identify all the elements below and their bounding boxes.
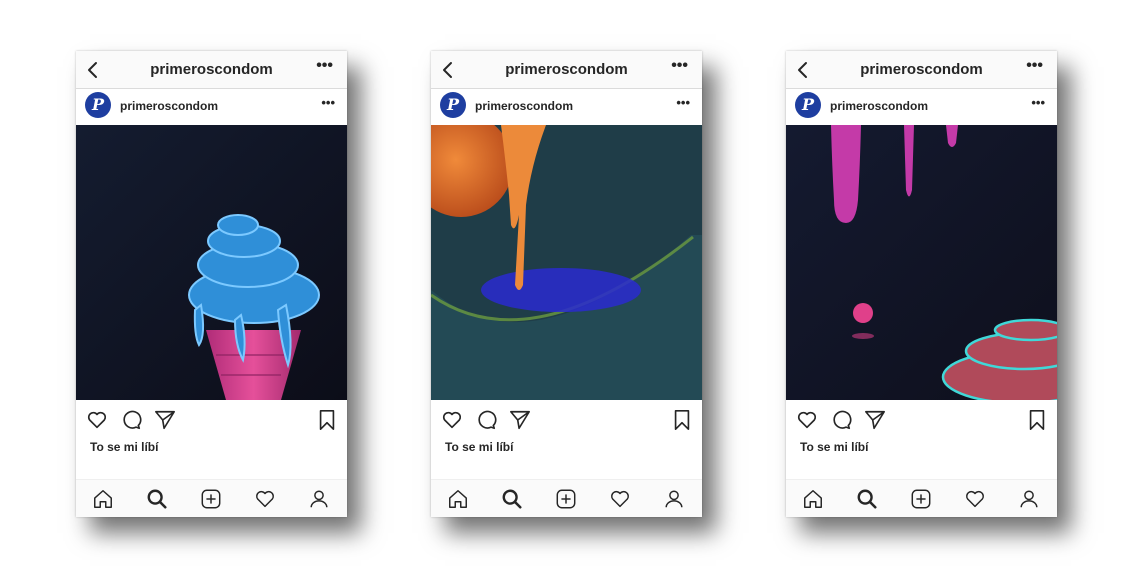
home-icon[interactable] xyxy=(802,488,824,510)
post-actions xyxy=(786,407,1057,433)
post-header: P primeroscondom ••• xyxy=(431,89,702,125)
bookmark-icon[interactable] xyxy=(316,409,338,431)
likes-text[interactable]: To se mi líbí xyxy=(90,440,158,454)
phone-screen-3: primeroscondom ••• P primeroscondom ••• xyxy=(786,51,1057,517)
profile-icon[interactable] xyxy=(308,488,330,510)
comment-icon[interactable] xyxy=(475,409,497,431)
top-navigation-bar: primeroscondom ••• xyxy=(431,51,702,89)
likes-text[interactable]: To se mi líbí xyxy=(445,440,513,454)
bottom-tab-bar xyxy=(786,479,1057,517)
post-more-options-icon[interactable]: ••• xyxy=(321,95,335,110)
post-more-options-icon[interactable]: ••• xyxy=(676,95,690,110)
page-title: primeroscondom xyxy=(505,61,628,78)
top-navigation-bar: primeroscondom ••• xyxy=(76,51,347,89)
search-icon[interactable] xyxy=(856,488,878,510)
post-image-dripping-cream[interactable] xyxy=(786,125,1057,400)
share-icon[interactable] xyxy=(509,409,531,431)
comment-icon[interactable] xyxy=(120,409,142,431)
search-icon[interactable] xyxy=(501,488,523,510)
activity-heart-icon[interactable] xyxy=(964,488,986,510)
avatar[interactable]: P xyxy=(440,92,466,118)
more-options-icon[interactable]: ••• xyxy=(1026,57,1043,75)
post-header: P primeroscondom ••• xyxy=(76,89,347,125)
post-username[interactable]: primeroscondom xyxy=(830,99,928,113)
activity-heart-icon[interactable] xyxy=(254,488,276,510)
bottom-tab-bar xyxy=(431,479,702,517)
add-post-icon[interactable] xyxy=(200,488,222,510)
home-icon[interactable] xyxy=(92,488,114,510)
phone-screen-2: primeroscondom ••• P primeroscondom ••• xyxy=(431,51,702,517)
avatar[interactable]: P xyxy=(795,92,821,118)
post-header: P primeroscondom ••• xyxy=(786,89,1057,125)
page-title: primeroscondom xyxy=(150,61,273,78)
profile-icon[interactable] xyxy=(1018,488,1040,510)
top-navigation-bar: primeroscondom ••• xyxy=(786,51,1057,89)
phone-screen-1: primeroscondom ••• P primeroscondom ••• xyxy=(76,51,347,517)
more-options-icon[interactable]: ••• xyxy=(671,57,688,75)
share-icon[interactable] xyxy=(154,409,176,431)
page-title: primeroscondom xyxy=(860,61,983,78)
add-post-icon[interactable] xyxy=(555,488,577,510)
add-post-icon[interactable] xyxy=(910,488,932,510)
post-more-options-icon[interactable]: ••• xyxy=(1031,95,1045,110)
more-options-icon[interactable]: ••• xyxy=(316,57,333,75)
share-icon[interactable] xyxy=(864,409,886,431)
post-actions xyxy=(76,407,347,433)
post-image-ice-cream-cone[interactable] xyxy=(76,125,347,400)
comment-icon[interactable] xyxy=(830,409,852,431)
bookmark-icon[interactable] xyxy=(1026,409,1048,431)
heart-icon[interactable] xyxy=(796,409,818,431)
search-icon[interactable] xyxy=(146,488,168,510)
bookmark-icon[interactable] xyxy=(671,409,693,431)
heart-icon[interactable] xyxy=(86,409,108,431)
likes-text[interactable]: To se mi líbí xyxy=(800,440,868,454)
post-actions xyxy=(431,407,702,433)
profile-icon[interactable] xyxy=(663,488,685,510)
bottom-tab-bar xyxy=(76,479,347,517)
activity-heart-icon[interactable] xyxy=(609,488,631,510)
post-username[interactable]: primeroscondom xyxy=(120,99,218,113)
heart-icon[interactable] xyxy=(441,409,463,431)
post-image-melting-scoop[interactable] xyxy=(431,125,702,400)
post-username[interactable]: primeroscondom xyxy=(475,99,573,113)
home-icon[interactable] xyxy=(447,488,469,510)
avatar[interactable]: P xyxy=(85,92,111,118)
